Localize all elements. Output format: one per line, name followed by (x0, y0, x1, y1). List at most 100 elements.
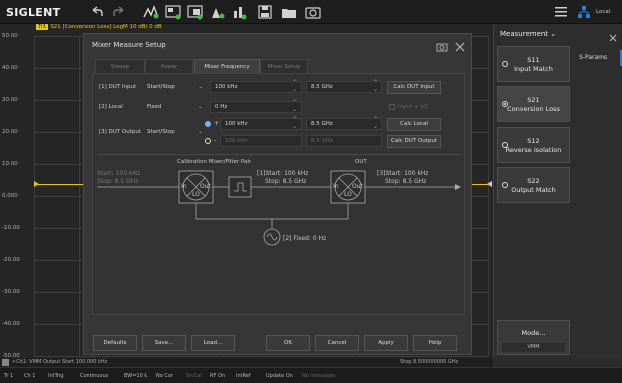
mode-button[interactable]: Mode... VMM (497, 320, 570, 355)
dut-output-start-field-2: 100 kHz (220, 135, 302, 147)
tab-sweep[interactable]: Sweep (95, 59, 145, 73)
trace-badge: Tr1 (36, 24, 49, 30)
grid-line (34, 356, 488, 357)
dut-input-stop-field[interactable]: 8.5 GHz (306, 81, 382, 93)
ok-button[interactable]: OK (266, 335, 310, 351)
status-item[interactable]: IntTrig (48, 373, 64, 379)
mode-label: Mode... (521, 329, 546, 337)
calc-dut-output-button[interactable]: Calc DUT Output (387, 135, 441, 148)
status-item[interactable]: No Cor (156, 373, 173, 379)
status-item[interactable]: Update On (266, 373, 293, 379)
display-icon[interactable] (164, 3, 182, 21)
status-item[interactable]: BW=10 k (124, 373, 147, 379)
status-item[interactable]: Ch 1 (24, 373, 35, 379)
y-axis-label: 10.00 (2, 161, 18, 167)
dut-mixer-out-label: Out (352, 183, 363, 190)
open-folder-icon[interactable] (280, 3, 298, 21)
measurement-title[interactable]: Measurement ⌄ (500, 30, 556, 38)
chevron-down-icon: ⌄ (198, 129, 203, 135)
s22-name: S22 (527, 177, 540, 185)
apply-button[interactable]: Apply (364, 335, 408, 351)
dut-mixer-lo-label: LO (344, 191, 352, 198)
input-lo-checkbox[interactable] (389, 104, 395, 110)
measurement-title-text: Measurement (500, 30, 549, 38)
tab-mixer-frequency[interactable]: Mixer Frequency (194, 59, 260, 73)
local-label: [2] Local (99, 104, 123, 110)
trace-title-text: S21 [Conversion Loss] LogM 10 dB/ 0 dB (50, 24, 162, 30)
help-button[interactable]: Help (413, 335, 457, 351)
divider (97, 154, 461, 155)
s12-name: S12 (527, 137, 540, 145)
lo-fixed-text: [2] Fixed: 0 Hz (283, 235, 327, 242)
status-item[interactable]: Tr 1 (4, 373, 13, 379)
s11-desc: Input Match (514, 65, 553, 73)
dut-output-stop-stepper-icon[interactable]: ⌃ ⌄ (373, 116, 378, 130)
load-button[interactable]: Load... (191, 335, 235, 351)
brand-logo: SIGLENT (6, 6, 61, 19)
minus-sign: - (214, 137, 217, 144)
dut-input-start-stepper-icon[interactable]: ⌃ ⌄ (292, 79, 297, 93)
cancel-button[interactable]: Cancel (315, 335, 359, 351)
dut-input-stop-stepper-icon[interactable]: ⌃ ⌄ (373, 79, 378, 93)
menu-grid-icon[interactable] (552, 3, 570, 21)
dut-output-start-field[interactable]: 100 kHz (220, 118, 302, 130)
status-item[interactable]: No messages (302, 373, 335, 379)
status-item[interactable]: IntRef (236, 373, 251, 379)
tab-power[interactable]: Power (145, 59, 193, 73)
tab-mixer-setup[interactable]: Mixer Setup (260, 59, 308, 73)
save-icon[interactable] (256, 3, 274, 21)
grid-line (79, 36, 81, 356)
measure-icon[interactable] (230, 3, 248, 21)
mixer-frequency-panel: [1] DUT Input Start/Stop ⌄ 100 kHz ⌃ ⌄ 8.5… (92, 73, 465, 315)
dut-output-label: [3] DUT Output (99, 129, 142, 135)
status-item[interactable]: Continuous (80, 373, 108, 379)
redo-icon[interactable] (110, 3, 128, 21)
chevron-down-icon: ⌄ (198, 104, 203, 110)
trace-icon[interactable] (142, 3, 160, 21)
cal-mixer-out-label: Out (200, 183, 211, 190)
y-axis-label: -30.00 (2, 289, 20, 295)
local-frequency-field[interactable]: 0 Hz (210, 101, 302, 113)
s22-desc: Output Match (511, 186, 556, 194)
save-button[interactable]: Save... (142, 335, 186, 351)
close-icon[interactable] (454, 38, 466, 52)
minus-radio[interactable] (205, 138, 211, 144)
calc-local-button[interactable]: Calc Local (387, 118, 441, 131)
plus-radio[interactable] (205, 121, 211, 127)
close-icon[interactable] (608, 28, 618, 42)
y-axis-label: -40.00 (2, 321, 20, 327)
scroll-handle-icon[interactable] (487, 181, 492, 187)
screenshot-icon[interactable] (436, 38, 448, 52)
s22-button[interactable]: S22 Output Match (497, 167, 570, 203)
defaults-button[interactable]: Defaults (93, 335, 137, 351)
dut-output-stop-field[interactable]: 8.5 GHz (306, 118, 382, 130)
status-item[interactable]: RF On (210, 373, 225, 379)
s21-button[interactable]: S21 Conversion Loss (497, 86, 570, 122)
window-icon[interactable] (186, 3, 204, 21)
sparams-tab[interactable]: S-Params (579, 54, 607, 61)
grid-line (488, 36, 489, 356)
dut-output-mode-select[interactable]: Start/Stop ⌄ (147, 126, 203, 138)
local-mode-value: Fixed (147, 104, 162, 110)
s11-button[interactable]: S11 Input Match (497, 46, 570, 82)
channel-indicator-icon (2, 359, 9, 366)
dut-input-start-field[interactable]: 100 kHz (210, 81, 302, 93)
y-axis-label: 40.00 (2, 65, 18, 71)
s12-button[interactable]: S12 Reverse Isolation (497, 127, 570, 163)
channel-stop-text: Stop 8.500000000 GHz (400, 359, 459, 365)
dialog-title: Mixer Measure Setup (92, 41, 166, 49)
camera-icon[interactable] (304, 3, 322, 21)
dut-input-mode-select[interactable]: Start/Stop ⌄ (147, 81, 203, 93)
y-axis-label: 30.00 (2, 97, 18, 103)
trace-title[interactable]: Tr1 S21 [Conversion Loss] LogM 10 dB/ 0 d… (36, 24, 162, 30)
undo-icon[interactable] (88, 3, 106, 21)
grid-line (34, 36, 35, 356)
dut-output-start-stepper-icon[interactable]: ⌃ ⌄ (292, 116, 297, 130)
cal-mixer-lo-label: LO (192, 191, 200, 198)
calc-dut-input-button[interactable]: Calc DUT Input (387, 81, 441, 94)
local-mode-select[interactable]: Fixed ⌄ (147, 101, 203, 113)
y-axis-label: 20.00 (2, 129, 18, 135)
marker-icon[interactable] (208, 3, 226, 21)
local-stepper-icon[interactable]: ⌃ ⌄ (292, 99, 297, 113)
status-item[interactable]: SrcCal (186, 373, 202, 379)
